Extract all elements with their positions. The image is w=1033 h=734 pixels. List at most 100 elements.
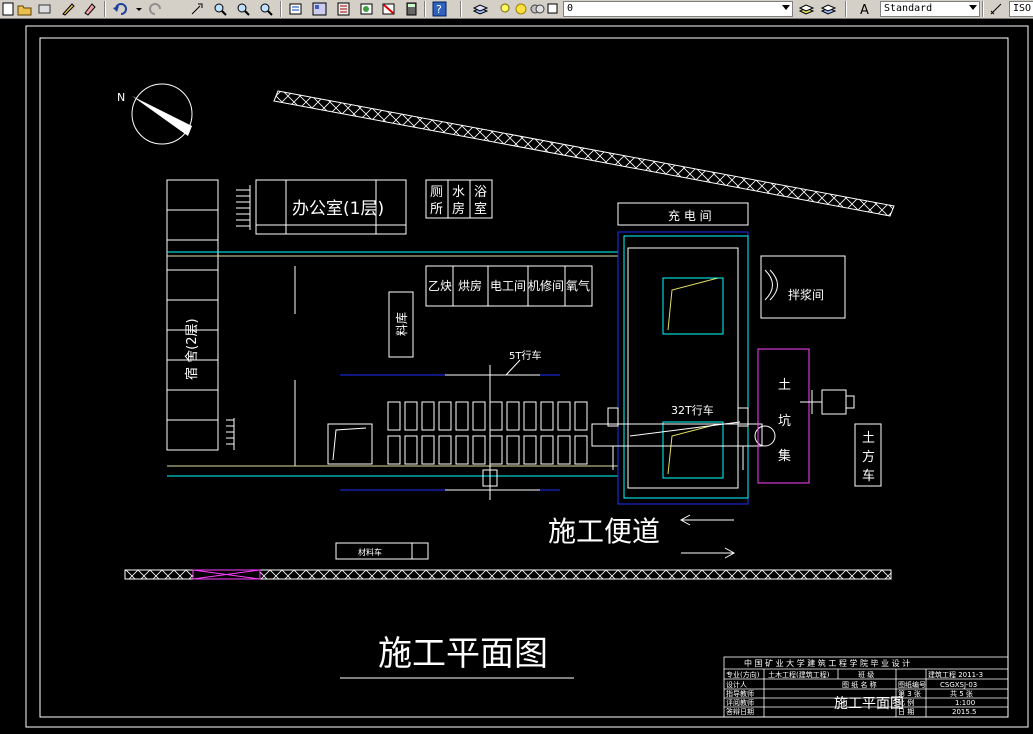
tb-defense-date-label: 答辩日期 (726, 707, 754, 716)
drawing-canvas[interactable]: N 宿 舍(2层) 办公室(1层) 厕 所 水 房 浴 室 充 电 间 乙炔 烘… (0, 19, 1033, 730)
material-truck-label: 材料车 (358, 547, 382, 557)
dormitory-label: 宿 舍(2层) (184, 318, 200, 380)
undo-icon[interactable] (112, 1, 129, 17)
layer-color-icon[interactable] (545, 1, 562, 17)
zoom-realtime-icon[interactable] (212, 1, 229, 17)
zoom-window-icon[interactable] (235, 1, 252, 17)
construction-road-label: 施工便道 (548, 515, 660, 548)
layer-value: 0 (567, 3, 574, 14)
svg-text:?: ? (436, 3, 442, 16)
soil-collection-pit: 土 坑 集 (757, 348, 810, 484)
layer-previous-icon[interactable] (820, 1, 837, 17)
design-center-icon[interactable] (311, 1, 328, 17)
crane-5t: 5T行车 (445, 349, 541, 500)
text-style-icon[interactable]: A (857, 1, 874, 18)
pit-label-1: 土 (778, 378, 791, 393)
pit-label-2: 坑 (778, 414, 791, 429)
text-style-value: Standard (884, 3, 933, 14)
soil-truck-label-3: 车 (862, 468, 875, 484)
markup-icon[interactable] (380, 1, 397, 17)
water-label-2: 房 (452, 201, 465, 217)
new-file-icon[interactable] (0, 1, 17, 17)
toolbar-separator (460, 1, 462, 17)
tb-drawing-no-label: 图纸编号 (898, 680, 926, 689)
excavator (800, 389, 855, 415)
soil-truck-label-2: 方 (862, 449, 875, 465)
chevron-down-icon (782, 5, 790, 10)
tb-advisor-label: 指导教师 (726, 689, 754, 698)
material-truck: 材料车 (335, 542, 429, 560)
north-label: N (117, 91, 125, 104)
tool-palettes-icon[interactable] (335, 1, 352, 17)
charging-room-label: 充 电 间 (668, 208, 712, 223)
cad-toolbar: ? 0 A Standard ISO (0, 0, 1033, 19)
tb-drawing-name-label: 图 纸 名 称 (842, 680, 877, 689)
soil-truck-label-1: 土 (862, 431, 875, 446)
sheet-set-icon[interactable] (358, 1, 375, 17)
text-style-dropdown[interactable]: Standard (880, 1, 980, 17)
repair-room-label: 机修间 (528, 278, 564, 293)
tb-reviewer-label: 评阅教师 (726, 698, 754, 707)
cad-drawing: N 宿 舍(2层) 办公室(1层) 厕 所 水 房 浴 室 充 电 间 乙炔 烘… (25, 25, 1029, 728)
soil-truck: 土 方 车 (854, 423, 882, 487)
workshop-row: 乙炔 烘房 电工间 机修间 氧气 (425, 265, 593, 307)
lock-open-icon[interactable] (529, 1, 546, 17)
tb-drawing-no-value: CSGXSJ-03 (940, 681, 977, 689)
foundation-pit (617, 231, 749, 505)
dimension-style-value: ISO (1013, 3, 1032, 14)
acetylene-label: 乙炔 (428, 279, 452, 293)
dimension-style-icon[interactable] (988, 1, 1005, 17)
crane-5t-label: 5T行车 (509, 349, 541, 362)
zoom-previous-icon[interactable] (258, 1, 275, 17)
office-label: 办公室(1层) (292, 199, 384, 219)
precast-yard (327, 401, 588, 465)
plot-icon[interactable] (36, 1, 53, 17)
redo-icon[interactable] (148, 1, 165, 17)
chevron-down-icon (969, 5, 977, 10)
mixing-room: 拌浆间 (760, 255, 846, 319)
outer-border (25, 25, 1029, 728)
north-arrow: N (117, 83, 193, 145)
dormitory-building: 宿 舍(2层) (166, 179, 251, 451)
toilet-label-1: 厕 (430, 185, 443, 200)
calculator-icon[interactable] (403, 1, 420, 17)
svg-text:A: A (860, 3, 869, 17)
bulb-on-icon[interactable] (497, 1, 514, 17)
oven-label: 烘房 (458, 278, 482, 293)
road-direction-arrows (679, 514, 736, 559)
match-properties-icon[interactable] (82, 1, 99, 17)
dimension-style-dropdown[interactable]: ISO (1009, 1, 1033, 17)
tb-major-value: 土木工程(建筑工程) (768, 670, 830, 679)
bath-label-1: 浴 (474, 185, 487, 200)
electric-room-label: 电工间 (490, 279, 526, 293)
oxygen-label: 氧气 (566, 278, 590, 293)
make-layer-current-icon[interactable] (798, 1, 815, 17)
tb-class-label: 班 级 (858, 670, 874, 679)
sun-thaw-icon[interactable] (513, 1, 530, 17)
tb-designer-label: 设计人 (726, 680, 747, 689)
toolbar-separator (982, 1, 984, 17)
properties-icon[interactable] (287, 1, 304, 17)
tb-major-label: 专业(方向) (726, 670, 760, 679)
pencil-icon[interactable] (60, 1, 77, 17)
open-folder-icon[interactable] (16, 1, 33, 17)
toolbar-separator (845, 1, 847, 17)
bath-label-2: 室 (474, 201, 487, 217)
material-store-label: 料库 (394, 312, 409, 336)
tb-scale-value: 1:100 (955, 699, 975, 707)
toilet-label-2: 所 (430, 202, 443, 217)
tb-class-value: 建筑工程 2011-3 (928, 670, 983, 679)
help-icon[interactable]: ? (431, 1, 448, 17)
toolbar-separator (104, 1, 106, 17)
layer-dropdown[interactable]: 0 (563, 1, 793, 17)
toilet-water-bath-building: 厕 所 水 房 浴 室 (425, 179, 493, 219)
tb-sheet-total: 共 5 张 (950, 689, 973, 698)
water-label-1: 水 (452, 185, 465, 200)
crane-32t-label: 32T行车 (671, 403, 714, 417)
pan-icon[interactable] (188, 1, 205, 17)
pit-label-3: 集 (778, 448, 791, 464)
charging-room: 充 电 间 (617, 202, 749, 226)
layer-manager-icon[interactable] (472, 1, 489, 17)
tb-date-value: 2015.5 (952, 708, 977, 716)
plan-title: 施工平面图 (378, 634, 548, 674)
